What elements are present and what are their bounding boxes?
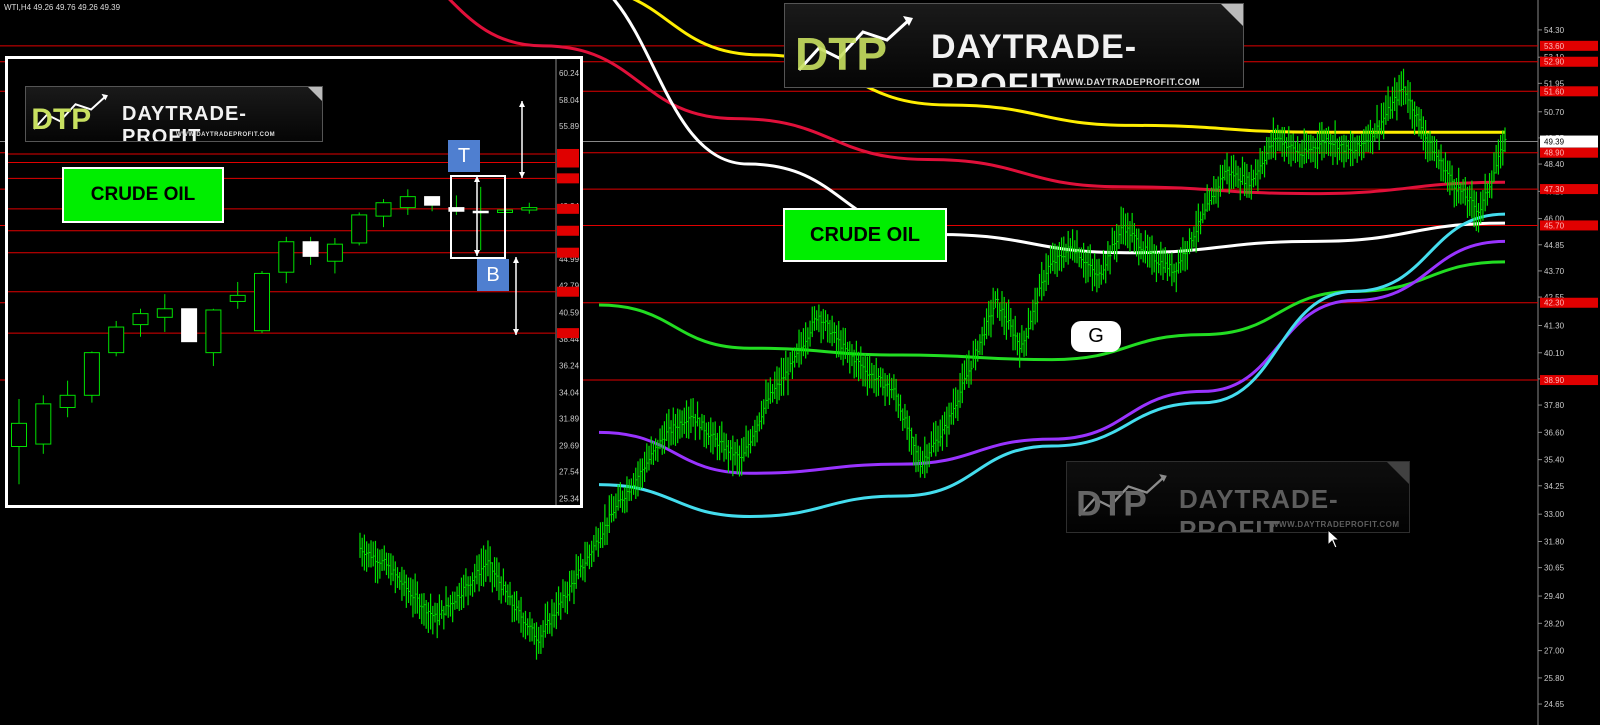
- inset-y-tick-label: 29.69: [559, 441, 580, 450]
- symbol-ohlc-header: WTI,H4 49.26 49.76 49.26 49.39: [4, 3, 121, 12]
- brand-url-inset: WWW.DAYTRADEPROFIT.COM: [176, 132, 276, 138]
- y-tick-label: 25.80: [1544, 674, 1565, 683]
- dtp-mark-icon: DTP: [31, 93, 108, 136]
- inset-candle-body: [424, 196, 441, 206]
- inset-level-tag: [557, 148, 579, 159]
- inset-candle-body: [156, 308, 173, 318]
- y-tick-label: 34.25: [1544, 482, 1565, 491]
- inset-y-tick-label: 25.34: [559, 494, 580, 503]
- inset-candle-body: [181, 308, 198, 343]
- y-tick-label: 30.65: [1544, 564, 1565, 573]
- inset-candle-body: [229, 294, 246, 302]
- current-price-label: 49.39: [1544, 138, 1565, 147]
- moving-average-line: [598, 260, 1506, 362]
- inset-y-tick-label: 27.54: [559, 468, 580, 477]
- y-tick-label: 36.60: [1544, 428, 1565, 437]
- inset-candle-body: [83, 352, 100, 396]
- page-curl-icon: [308, 87, 322, 101]
- inset-y-tick-label: 58.04: [559, 96, 580, 105]
- level-price-label: 45.70: [1544, 221, 1565, 230]
- inset-level-tag: [557, 203, 579, 214]
- inset-candle-body: [351, 214, 368, 244]
- y-tick-label: 27.00: [1544, 647, 1565, 656]
- y-tick-label: 44.85: [1544, 241, 1565, 250]
- level-price-label: 51.60: [1544, 87, 1565, 96]
- crude-oil-label: CRUDE OIL: [783, 208, 947, 262]
- y-tick-label: 40.10: [1544, 349, 1565, 358]
- inset-level-tag: [557, 328, 579, 339]
- inset-candle-body: [278, 241, 295, 273]
- inset-candle-body: [254, 272, 270, 332]
- inset-candle-body: [302, 241, 319, 257]
- chart-stage: 54.3053.1051.9550.7049.5548.4047.2046.00…: [0, 0, 1600, 725]
- target-down-arrow-icon-head: [513, 257, 519, 263]
- tb-range-box: [450, 175, 506, 259]
- y-tick-label: 37.80: [1544, 401, 1565, 410]
- y-tick-label: 48.40: [1544, 160, 1565, 169]
- level-price-label: 42.30: [1544, 299, 1565, 308]
- inset-y-tick-label: 34.04: [559, 388, 580, 397]
- level-price-label: 38.90: [1544, 376, 1565, 385]
- target-down-arrow-icon-head: [513, 329, 519, 335]
- inset-candle-body: [472, 210, 489, 214]
- brand-url-top: WWW.DAYTRADEPROFIT.COM: [1057, 77, 1201, 87]
- inset-candle-body: [11, 422, 27, 447]
- y-tick-label: 35.40: [1544, 456, 1565, 465]
- dtp-mark-icon: DTP: [795, 16, 913, 80]
- mouse-cursor-icon: [1327, 529, 1341, 549]
- inset-candle-body: [399, 196, 416, 209]
- target-up-arrow-icon-head: [519, 101, 525, 107]
- inset-y-tick-label: 60.24: [559, 69, 580, 78]
- brand-url-watermark: WWW.DAYTRADEPROFIT.COM: [1271, 520, 1400, 529]
- inset-candle-body: [59, 394, 76, 408]
- inset-candle-body: [108, 326, 125, 354]
- level-price-label: 48.90: [1544, 149, 1565, 158]
- inset-candle-body: [521, 207, 538, 211]
- inset-y-tick-label: 36.24: [559, 362, 580, 371]
- inset-level-tag: [557, 173, 579, 184]
- inset-y-tick-label: 55.89: [559, 122, 580, 131]
- crude-oil-inset-label: CRUDE OIL: [62, 167, 224, 223]
- inset-candle-body: [205, 309, 222, 354]
- dtp-mark-text: DTP: [31, 103, 91, 136]
- inset-candle-body: [375, 202, 392, 217]
- brand-logo-watermark: DTP DAYTRADE-PROFIT WWW.DAYTRADEPROFIT.C…: [1066, 461, 1410, 533]
- level-price-label: 52.90: [1544, 58, 1565, 67]
- target-up-arrow-icon-head: [519, 172, 525, 178]
- y-tick-label: 50.70: [1544, 108, 1565, 117]
- brand-logo-inset: DTP DAYTRADE-PROFIT WWW.DAYTRADEPROFIT.C…: [25, 86, 323, 142]
- b-marker-label: B: [477, 259, 509, 291]
- y-tick-label: 43.70: [1544, 267, 1565, 276]
- brand-logo-top: DTP DAYTRADE-PROFIT WWW.DAYTRADEPROFIT.C…: [784, 3, 1244, 88]
- page-curl-icon: [1387, 462, 1409, 484]
- y-tick-label: 31.80: [1544, 537, 1565, 546]
- dtp-mark-text: DTP: [1076, 485, 1147, 524]
- inset-candle-body: [326, 243, 343, 262]
- inset-level-tag: [557, 286, 579, 297]
- y-tick-label: 29.40: [1544, 592, 1565, 601]
- y-tick-label: 33.00: [1544, 510, 1565, 519]
- y-tick-label: 54.30: [1544, 26, 1565, 35]
- level-price-label: 53.60: [1544, 42, 1565, 51]
- inset-y-tick-label: 31.89: [559, 415, 580, 424]
- inset-level-tag: [557, 225, 579, 236]
- inset-level-tag: [557, 157, 579, 168]
- g-marker-label: G: [1071, 321, 1121, 352]
- t-marker-label: T: [448, 140, 480, 172]
- y-tick-label: 41.30: [1544, 321, 1565, 330]
- inset-chart-panel: 60.2458.0455.8953.6951.5449.3447.1444.99…: [5, 56, 583, 508]
- y-tick-label: 28.20: [1544, 619, 1565, 628]
- moving-average-line: [598, 239, 1506, 475]
- level-price-label: 47.30: [1544, 185, 1565, 194]
- inset-candle-body: [132, 313, 149, 326]
- dtp-mark-text: DTP: [795, 28, 887, 80]
- dtp-mark-icon: DTP: [1076, 474, 1167, 524]
- inset-y-tick-label: 40.59: [559, 309, 580, 318]
- y-tick-label: 24.65: [1544, 700, 1565, 709]
- inset-level-tag: [557, 247, 579, 258]
- inset-candle-body: [35, 403, 52, 445]
- page-curl-icon: [1221, 4, 1243, 26]
